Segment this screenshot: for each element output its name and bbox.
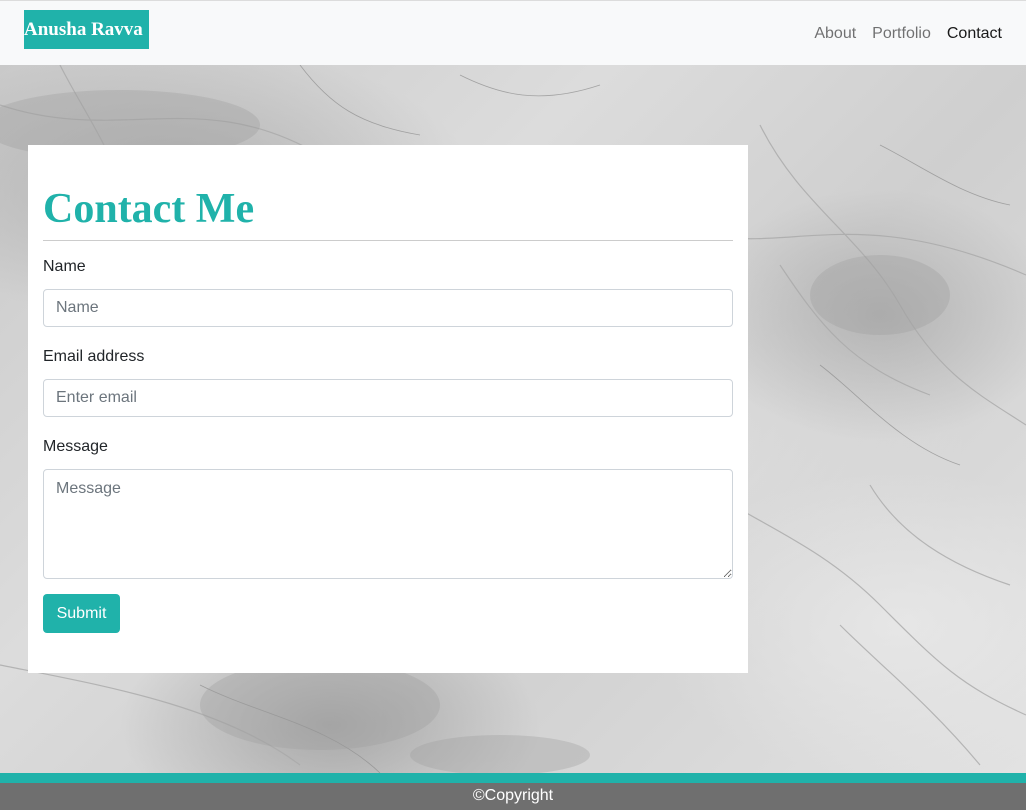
copyright-text: ©Copyright — [472, 787, 554, 804]
nav-link-contact[interactable]: Contact — [947, 25, 1002, 43]
nav-link-portfolio[interactable]: Portfolio — [872, 25, 931, 43]
email-input[interactable] — [43, 379, 733, 417]
navbar: Anusha Ravva About Portfolio Contact — [0, 0, 1026, 65]
name-label: Name — [43, 258, 86, 275]
title-divider — [43, 240, 733, 241]
nav-link-about[interactable]: About — [814, 25, 856, 43]
message-textarea[interactable] — [43, 469, 733, 579]
nav-links: About Portfolio Contact — [814, 1, 1002, 66]
submit-button[interactable]: Submit — [43, 594, 120, 633]
name-input[interactable] — [43, 289, 733, 327]
footer-accent-stripe — [0, 773, 1026, 783]
brand-logo[interactable]: Anusha Ravva — [24, 10, 149, 49]
email-label: Email address — [43, 348, 145, 365]
message-label: Message — [43, 438, 108, 455]
contact-card: Contact Me Name Email address Message Su… — [28, 145, 748, 673]
page-title: Contact Me — [43, 186, 255, 232]
footer: ©Copyright — [0, 783, 1026, 810]
